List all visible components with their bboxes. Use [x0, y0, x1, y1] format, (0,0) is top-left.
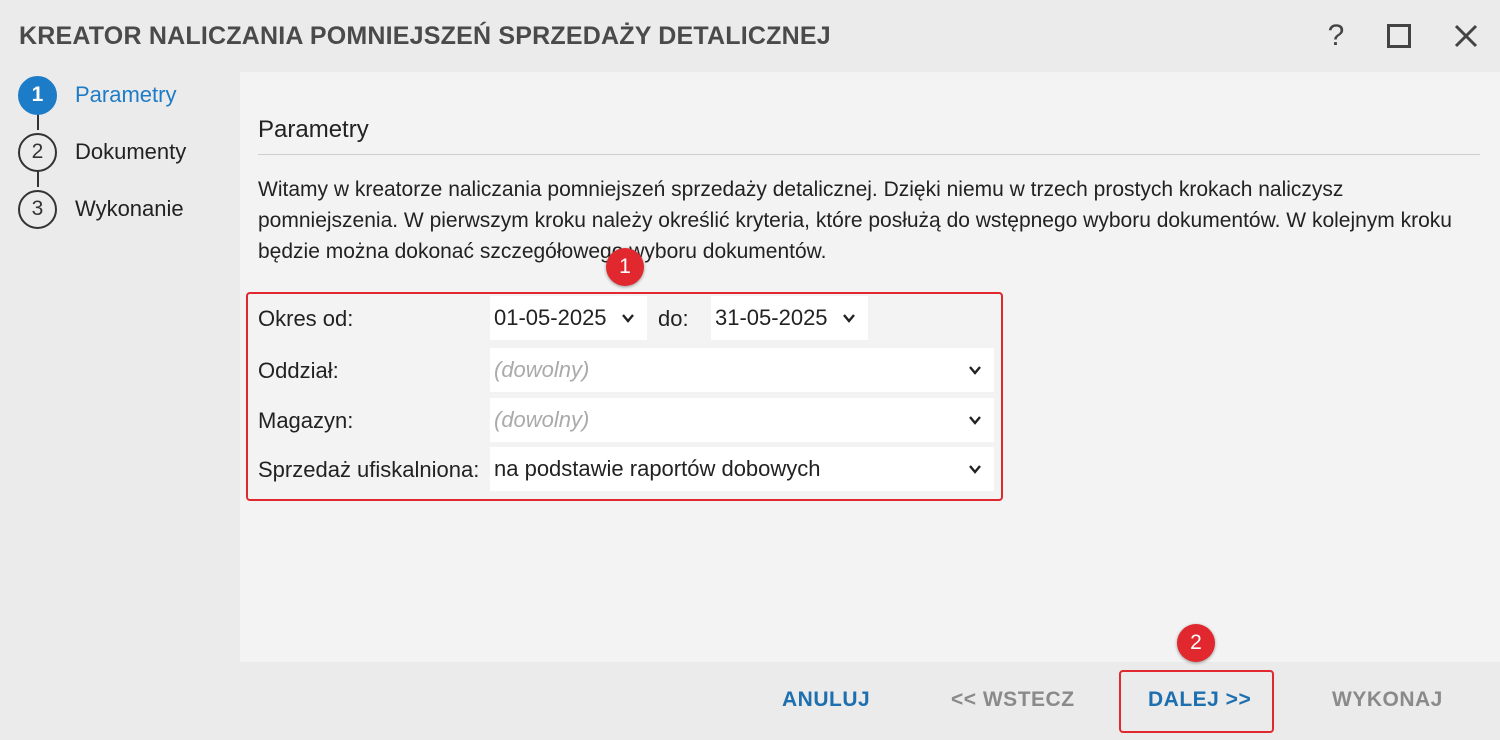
step-dokumenty[interactable]: 2 Dokumenty — [18, 132, 186, 172]
step-wykonanie[interactable]: 3 Wykonanie — [18, 189, 184, 229]
window-title: KREATOR NALICZANIA POMNIEJSZEŃ SPRZEDAŻY… — [19, 22, 831, 50]
date-to-value: 31-05-2025 — [715, 305, 828, 330]
back-button[interactable]: << WSTECZ — [951, 688, 1075, 712]
next-button[interactable]: DALEJ >> — [1148, 688, 1251, 712]
annotation-badge-1: 1 — [606, 248, 644, 286]
step-label: Parametry — [75, 82, 177, 107]
oddzial-select[interactable]: (dowolny) — [490, 348, 994, 392]
chevron-down-icon — [622, 314, 634, 323]
magazyn-label: Magazyn: — [258, 408, 354, 433]
chevron-down-icon — [969, 416, 981, 425]
step-label: Dokumenty — [75, 139, 187, 164]
step-number: 1 — [18, 75, 57, 115]
step-number: 3 — [18, 189, 57, 229]
maximize-icon[interactable] — [1381, 18, 1417, 54]
footer-bar: ANULUJ << WSTECZ DALEJ >> WYKONAJ 2 — [0, 624, 1500, 740]
step-number: 2 — [18, 132, 57, 172]
chevron-down-icon — [969, 366, 981, 375]
oddzial-value: (dowolny) — [494, 357, 590, 382]
sprzedaz-select[interactable]: na podstawie raportów dobowych — [490, 447, 994, 491]
oddzial-label: Oddział: — [258, 358, 339, 383]
step-label: Wykonanie — [75, 196, 184, 221]
wizard-steps: 1 Parametry 2 Dokumenty 3 Wykonanie — [0, 72, 240, 662]
date-from-picker[interactable]: 01-05-2025 — [490, 296, 647, 340]
sprzedaz-value: na podstawie raportów dobowych — [494, 456, 821, 481]
date-from-value: 01-05-2025 — [494, 305, 607, 330]
sprzedaz-label: Sprzedaż ufiskalniona: — [258, 457, 480, 482]
main-panel: Parametry Witamy w kreatorze naliczania … — [240, 72, 1500, 662]
execute-button[interactable]: WYKONAJ — [1332, 688, 1443, 712]
step-parametry[interactable]: 1 Parametry — [18, 75, 176, 115]
chevron-down-icon — [969, 465, 981, 474]
magazyn-value: (dowolny) — [494, 407, 590, 432]
do-label: do: — [658, 306, 689, 331]
close-icon[interactable] — [1448, 18, 1484, 54]
intro-text: Witamy w kreatorze naliczania pomniejsze… — [258, 178, 1452, 263]
okres-label: Okres od: — [258, 306, 354, 331]
cancel-button[interactable]: ANULUJ — [782, 688, 870, 712]
help-icon[interactable]: ? — [1318, 18, 1354, 54]
date-to-picker[interactable]: 31-05-2025 — [711, 296, 868, 340]
divider — [258, 154, 1480, 155]
annotation-badge-2: 2 — [1177, 624, 1215, 662]
magazyn-select[interactable]: (dowolny) — [490, 398, 994, 442]
section-title: Parametry — [258, 116, 369, 143]
chevron-down-icon — [843, 314, 855, 323]
title-bar: KREATOR NALICZANIA POMNIEJSZEŃ SPRZEDAŻY… — [0, 0, 1500, 72]
